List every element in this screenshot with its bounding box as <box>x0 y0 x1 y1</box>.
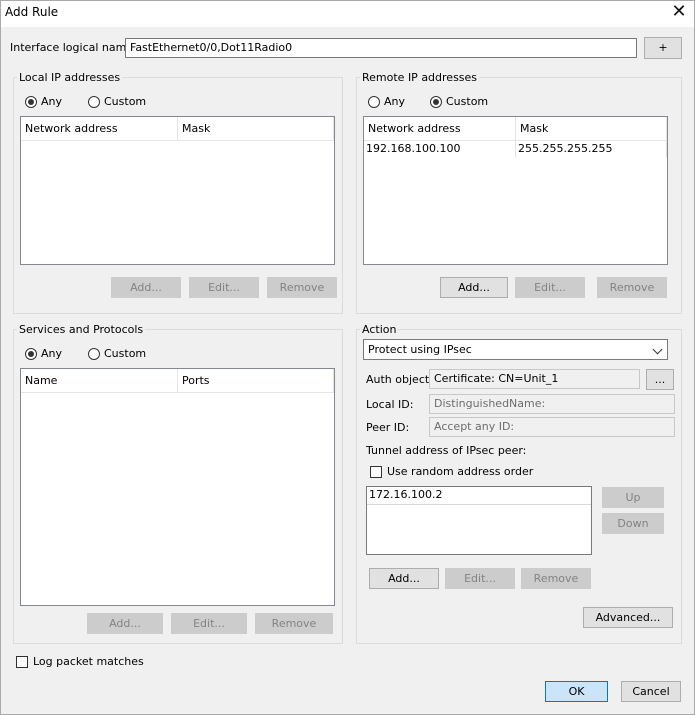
close-icon[interactable]: ✕ <box>668 2 690 24</box>
network-address-cell: 192.168.100.100 <box>364 141 516 157</box>
radio-unselected-icon <box>88 95 100 108</box>
remote-ip-edit-button[interactable]: Edit... <box>515 277 585 298</box>
remote-ip-remove-button[interactable]: Remove <box>597 277 667 298</box>
remote-ip-custom-label: Custom <box>446 95 489 108</box>
local-ip-edit-button[interactable]: Edit... <box>189 277 259 298</box>
move-up-button[interactable]: Up <box>602 487 664 508</box>
chevron-down-icon <box>652 344 663 355</box>
interface-name-input[interactable]: FastEthernet0/0,Dot11Radio0 <box>125 38 637 58</box>
local-ip-add-button[interactable]: Add... <box>111 277 181 298</box>
services-list[interactable]: Name Ports <box>20 368 335 606</box>
peer-id-field[interactable]: Accept any ID: <box>429 417 675 437</box>
local-id-field[interactable]: DistinguishedName: <box>429 394 675 414</box>
radio-unselected-icon <box>368 95 380 108</box>
services-any-radio[interactable]: Any <box>25 347 62 360</box>
services-list-header: Name Ports <box>21 369 334 393</box>
tunnel-edit-button[interactable]: Edit... <box>445 568 515 589</box>
local-ip-list[interactable]: Network address Mask <box>20 116 335 265</box>
cancel-button[interactable]: Cancel <box>621 681 681 702</box>
interface-label: Interface logical name <box>10 41 134 54</box>
checkbox-icon <box>370 465 382 478</box>
list-item[interactable]: 172.16.100.2 <box>367 487 591 505</box>
checkbox-icon <box>16 655 28 668</box>
remote-ip-list-header: Network address Mask <box>364 117 667 141</box>
services-title: Services and Protocols <box>17 323 146 336</box>
column-header-network[interactable]: Network address <box>364 117 516 140</box>
remote-ip-add-button[interactable]: Add... <box>440 277 508 298</box>
window-title: Add Rule <box>5 5 59 19</box>
local-ip-any-label: Any <box>41 95 63 108</box>
column-header-network[interactable]: Network address <box>21 117 178 140</box>
random-order-checkbox[interactable]: Use random address order <box>370 465 533 478</box>
ok-button[interactable]: OK <box>545 681 608 702</box>
title-bar <box>0 0 695 27</box>
services-add-button[interactable]: Add... <box>87 613 163 634</box>
services-remove-button[interactable]: Remove <box>255 613 333 634</box>
local-ip-any-radio[interactable]: Any <box>25 95 62 108</box>
action-selected-value: Protect using IPsec <box>368 343 472 356</box>
auth-object-label: Auth object: <box>366 373 433 386</box>
services-edit-button[interactable]: Edit... <box>171 613 247 634</box>
remote-ip-list[interactable]: Network address Mask 192.168.100.100 255… <box>363 116 668 265</box>
local-ip-custom-radio[interactable]: Custom <box>88 95 146 108</box>
log-packet-checkbox[interactable]: Log packet matches <box>16 655 144 668</box>
peer-id-label: Peer ID: <box>366 421 410 434</box>
local-ip-list-header: Network address Mask <box>21 117 334 141</box>
auth-object-field: Certificate: CN=Unit_1 <box>429 369 640 389</box>
column-header-name[interactable]: Name <box>21 369 178 392</box>
remote-ip-any-label: Any <box>384 95 406 108</box>
remote-ip-title: Remote IP addresses <box>360 71 480 84</box>
services-custom-radio[interactable]: Custom <box>88 347 146 360</box>
move-down-button[interactable]: Down <box>602 513 664 534</box>
add-interface-button[interactable]: + <box>644 37 682 59</box>
radio-unselected-icon <box>88 347 100 360</box>
column-header-mask[interactable]: Mask <box>516 117 667 140</box>
services-any-label: Any <box>41 347 63 360</box>
action-title: Action <box>360 323 399 336</box>
local-ip-remove-button[interactable]: Remove <box>267 277 337 298</box>
column-header-ports[interactable]: Ports <box>178 369 334 392</box>
remote-ip-custom-radio[interactable]: Custom <box>430 95 488 108</box>
radio-selected-icon <box>25 95 37 108</box>
action-select[interactable]: Protect using IPsec <box>363 339 668 360</box>
browse-auth-button[interactable]: ... <box>646 369 674 390</box>
services-custom-label: Custom <box>104 347 147 360</box>
radio-selected-icon <box>430 95 442 108</box>
tunnel-address-list[interactable]: 172.16.100.2 <box>366 486 592 555</box>
random-order-label: Use random address order <box>387 465 534 478</box>
tunnel-address-label: Tunnel address of IPsec peer: <box>366 444 527 457</box>
column-header-mask[interactable]: Mask <box>178 117 334 140</box>
local-id-label: Local ID: <box>366 398 414 411</box>
log-packet-label: Log packet matches <box>33 655 144 668</box>
tunnel-address-value: 172.16.100.2 <box>369 488 443 501</box>
tunnel-remove-button[interactable]: Remove <box>521 568 591 589</box>
mask-cell: 255.255.255.255 <box>516 141 667 157</box>
remote-ip-any-radio[interactable]: Any <box>368 95 405 108</box>
radio-selected-icon <box>25 347 37 360</box>
local-ip-title: Local IP addresses <box>17 71 123 84</box>
local-ip-custom-label: Custom <box>104 95 147 108</box>
advanced-button[interactable]: Advanced... <box>583 607 673 628</box>
tunnel-add-button[interactable]: Add... <box>369 568 439 589</box>
table-row[interactable]: 192.168.100.100 255.255.255.255 <box>364 141 667 157</box>
